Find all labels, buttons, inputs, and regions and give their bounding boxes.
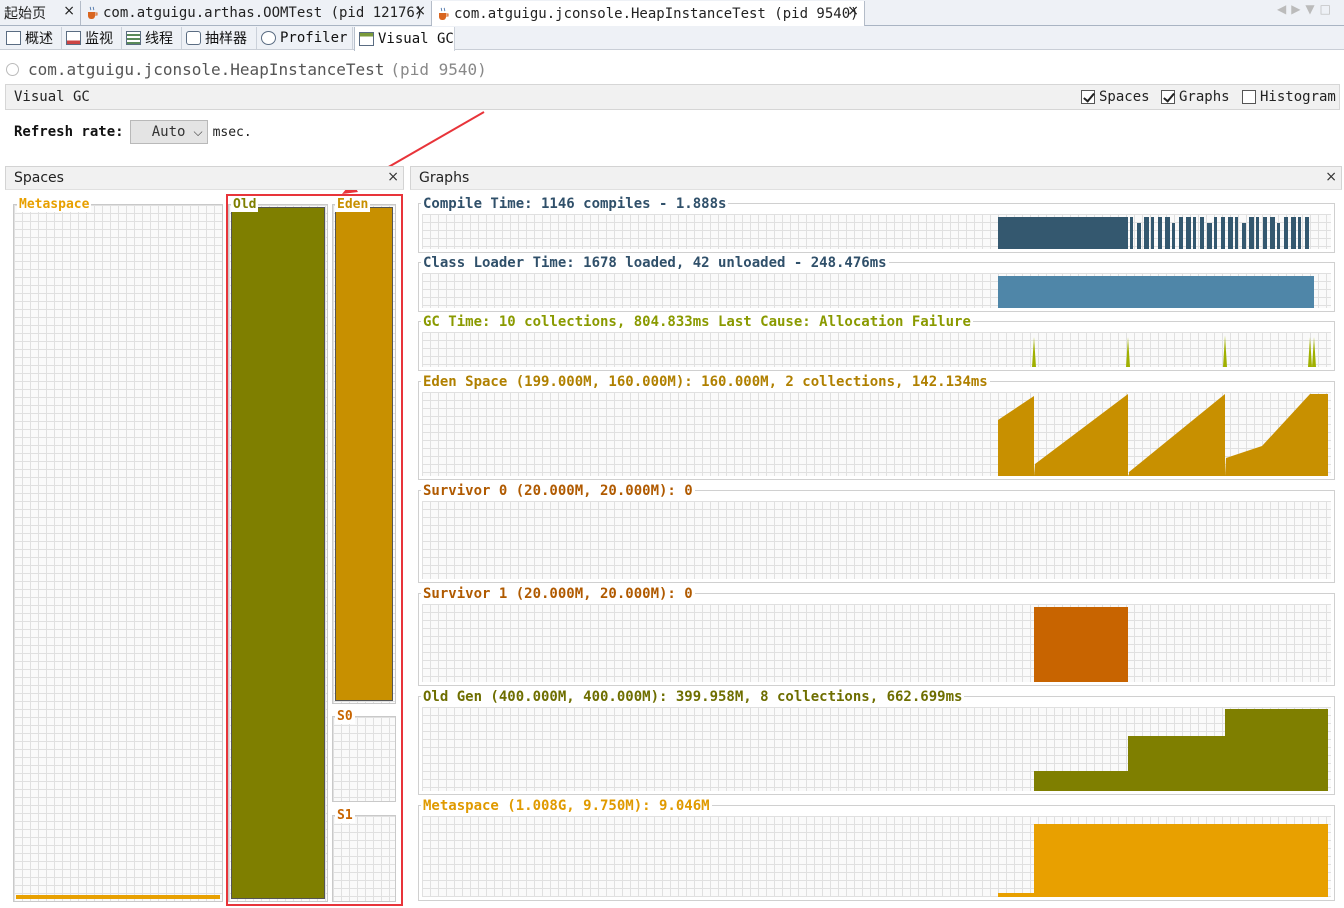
- graph-label: Eden Space (199.000M, 160.000M): 160.000…: [421, 374, 990, 390]
- compile-spike: [1144, 217, 1149, 249]
- compile-spike: [1207, 223, 1212, 249]
- gc-spike: [1223, 335, 1227, 367]
- space-metaspace: [13, 204, 223, 902]
- compile-spike: [1221, 217, 1225, 249]
- graph-eden-space: [418, 381, 1335, 480]
- compile-spike: [1284, 217, 1288, 249]
- eden-series: [998, 394, 1328, 476]
- graph-survivor-1: [418, 593, 1335, 686]
- compile-spike: [1193, 217, 1196, 249]
- compile-spike: [1130, 217, 1133, 249]
- s1-block: [1034, 607, 1128, 682]
- graph-survivor-0: [418, 490, 1335, 583]
- graph-plot-area: [422, 273, 1331, 308]
- metaspace-series: [998, 824, 1328, 897]
- old-gen-series: [1034, 709, 1328, 791]
- compile-spike: [1158, 217, 1162, 249]
- compile-spike: [1137, 223, 1141, 249]
- compile-spike: [1249, 217, 1254, 249]
- spaces-panel-title: Spaces: [14, 170, 64, 186]
- compile-spike: [1291, 217, 1296, 249]
- graph-plot-area: [422, 707, 1331, 791]
- compile-spike: [1165, 217, 1170, 249]
- survivor0-series: [422, 501, 1331, 579]
- survivor1-series: [1034, 607, 1128, 682]
- graph-metaspace: [418, 805, 1335, 901]
- compile-spike: [1179, 217, 1183, 249]
- graphs-panel-title: Graphs: [419, 170, 470, 186]
- graph-label: Survivor 1 (20.000M, 20.000M): 0: [421, 586, 695, 602]
- compile-spike: [1298, 217, 1301, 249]
- spaces-panel-header: Spaces ×: [5, 166, 404, 190]
- compile-spike: [1200, 217, 1204, 249]
- compile-spike: [1151, 217, 1154, 249]
- gc-spike: [1032, 337, 1036, 367]
- graph-plot-area: [422, 214, 1331, 249]
- compile-spike: [1256, 217, 1259, 249]
- space-fill-bar: [16, 895, 220, 899]
- metaspace-area: [998, 824, 1328, 897]
- graph-plot-area: [422, 604, 1331, 682]
- eden-sawtooth: [998, 396, 1035, 476]
- classloader-area: [998, 276, 1314, 308]
- compile-spike: [1270, 217, 1275, 249]
- highlight-box: [226, 194, 403, 906]
- compile-spike: [1214, 217, 1217, 249]
- compile-spike: [1172, 223, 1175, 249]
- graph-plot-area: [422, 332, 1331, 367]
- gc-spike: [1312, 337, 1316, 367]
- compile-time-series: [998, 217, 1309, 249]
- compile-spike: [1235, 217, 1238, 249]
- graph-label: Class Loader Time: 1678 loaded, 42 unloa…: [421, 255, 889, 271]
- graph-label: Metaspace (1.008G, 9.750M): 9.046M: [421, 798, 712, 814]
- graphs-panel-header: Graphs ×: [410, 166, 1342, 190]
- class-loader-series: [998, 276, 1314, 308]
- eden-sawtooth: [1035, 394, 1129, 476]
- compile-spike: [1305, 217, 1309, 249]
- graph-plot-area: [422, 816, 1331, 897]
- close-icon[interactable]: ×: [1325, 169, 1337, 185]
- graph-label: GC Time: 10 collections, 804.833ms Last …: [421, 314, 973, 330]
- gc-spike: [1126, 337, 1130, 367]
- old-gen-steps: [1034, 709, 1328, 791]
- graph-label: Compile Time: 1146 compiles - 1.888s: [421, 196, 729, 212]
- graph-old-gen: [418, 696, 1335, 795]
- compile-spike: [1228, 217, 1233, 249]
- compile-spike: [1186, 217, 1191, 249]
- close-icon[interactable]: ×: [387, 169, 399, 185]
- space-label: Metaspace: [17, 197, 92, 212]
- graph-plot-area: [422, 392, 1331, 476]
- compile-block: [998, 217, 1128, 249]
- compile-spike: [1263, 217, 1267, 249]
- gc-time-series: [1032, 335, 1316, 367]
- graph-label: Survivor 0 (20.000M, 20.000M): 0: [421, 483, 695, 499]
- graph-label: Old Gen (400.000M, 400.000M): 399.958M, …: [421, 689, 965, 705]
- eden-sawtooth: [1129, 394, 1226, 476]
- compile-spike: [1277, 223, 1280, 249]
- compile-spike: [1242, 223, 1246, 249]
- graph-plot-area: [422, 501, 1331, 579]
- gc-spike: [1308, 337, 1312, 367]
- eden-sawtooth: [1226, 394, 1328, 476]
